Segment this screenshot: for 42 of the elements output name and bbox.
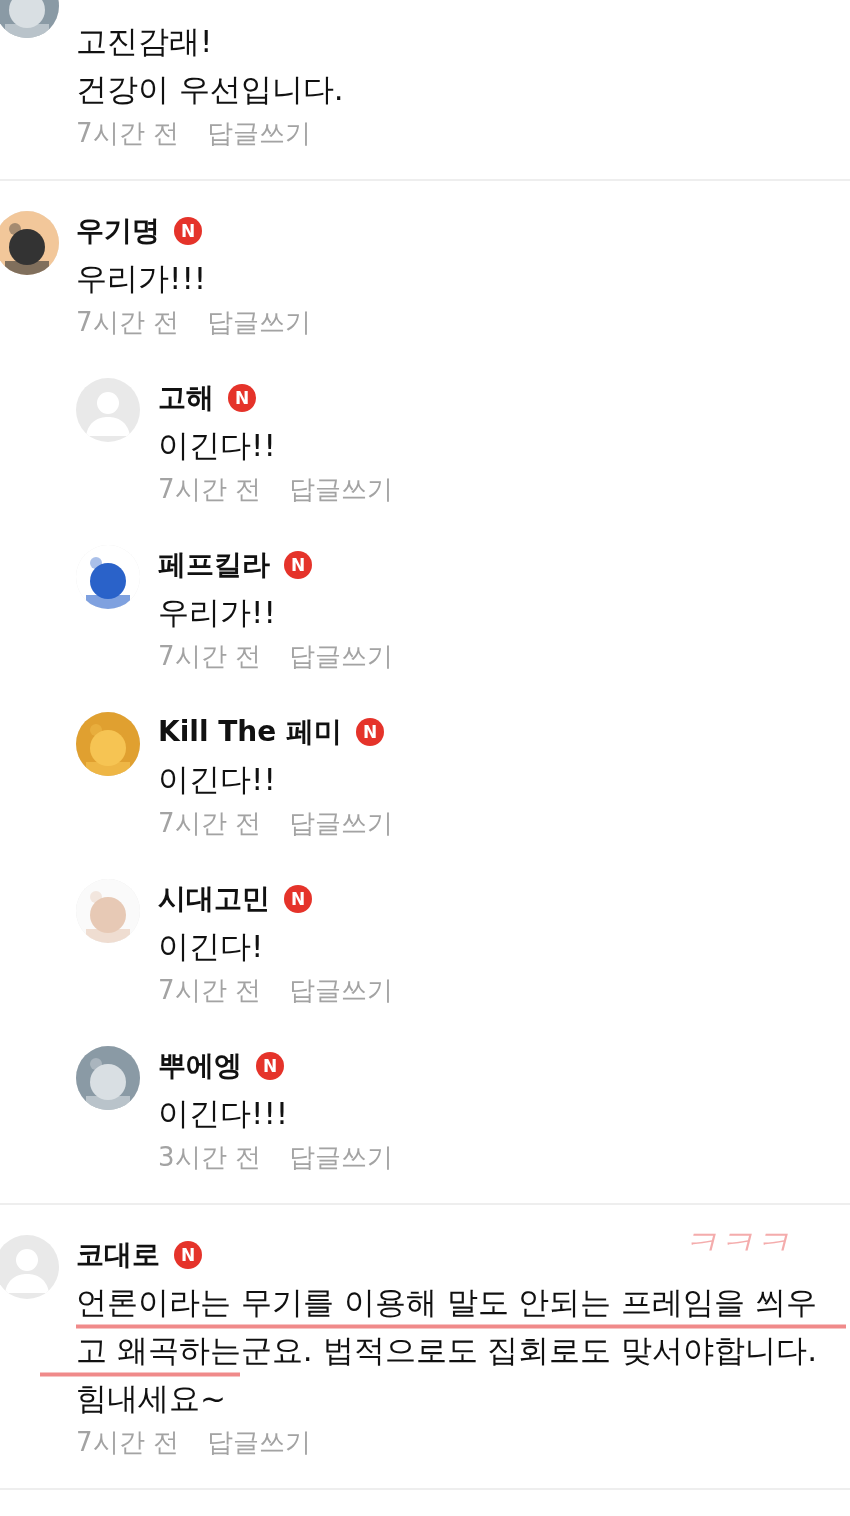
badge: N bbox=[174, 217, 202, 245]
comment-text: 고 왜곡하는군요. 법적으로도 집회로도 맞서야합니다. bbox=[76, 1331, 819, 1370]
comment-text: 우리가!! bbox=[158, 593, 277, 632]
reply-link[interactable]: 답글쓰기 bbox=[288, 973, 393, 1008]
timestamp: 7시간 전 bbox=[76, 1426, 179, 1459]
timestamp: 7시간 전 bbox=[76, 117, 179, 150]
comment-text: 건강이 우선입니다. bbox=[76, 70, 345, 109]
handwritten-note: ㅋㅋㅋ bbox=[682, 1221, 790, 1265]
comment-text: 이긴다!! bbox=[158, 426, 277, 465]
user-name: 페프킬라 bbox=[158, 547, 270, 583]
user-name: 시대고민 bbox=[158, 881, 270, 917]
reply-link[interactable]: 답글쓰기 bbox=[288, 1140, 393, 1175]
reply-link[interactable]: 답글쓰기 bbox=[288, 639, 393, 674]
timestamp: 7시간 전 bbox=[158, 640, 261, 673]
comment-text: 힘내세요~ bbox=[76, 1379, 227, 1418]
reply-link[interactable]: 답글쓰기 bbox=[288, 472, 393, 507]
badge: N bbox=[284, 885, 312, 913]
reply-link[interactable]: 답글쓰기 bbox=[206, 1425, 311, 1460]
timestamp: 3시간 전 bbox=[158, 1141, 261, 1174]
badge: N bbox=[174, 1241, 202, 1269]
badge: N bbox=[228, 384, 256, 412]
user-name: 코대로 bbox=[76, 1237, 160, 1273]
user-name: 우기명 bbox=[76, 213, 160, 249]
timestamp: 7시간 전 bbox=[158, 974, 261, 1007]
badge: N bbox=[356, 718, 384, 746]
comment-text: 고진감래! bbox=[76, 22, 214, 61]
user-name: Kill The 페미 bbox=[158, 714, 342, 750]
comment-text: 언론이라는 무기를 이용해 말도 안되는 프레임을 씌우 bbox=[76, 1283, 819, 1322]
comment-text: 이긴다!!! bbox=[158, 1094, 290, 1133]
reply-link[interactable]: 답글쓰기 bbox=[206, 116, 311, 151]
reply-link[interactable]: 답글쓰기 bbox=[288, 806, 393, 841]
badge: N bbox=[284, 551, 312, 579]
reply-link[interactable]: 답글쓰기 bbox=[206, 305, 311, 340]
user-name: 고해 bbox=[158, 380, 214, 416]
comment-text: 이긴다! bbox=[158, 927, 265, 966]
badge: N bbox=[256, 1052, 284, 1080]
user-name: 뿌에엥 bbox=[158, 1048, 242, 1084]
timestamp: 7시간 전 bbox=[158, 807, 261, 840]
comment-text: 우리가!!! bbox=[76, 259, 208, 298]
timestamp: 7시간 전 bbox=[158, 473, 261, 506]
comment-text: 이긴다!! bbox=[158, 760, 277, 799]
timestamp: 7시간 전 bbox=[76, 306, 179, 339]
